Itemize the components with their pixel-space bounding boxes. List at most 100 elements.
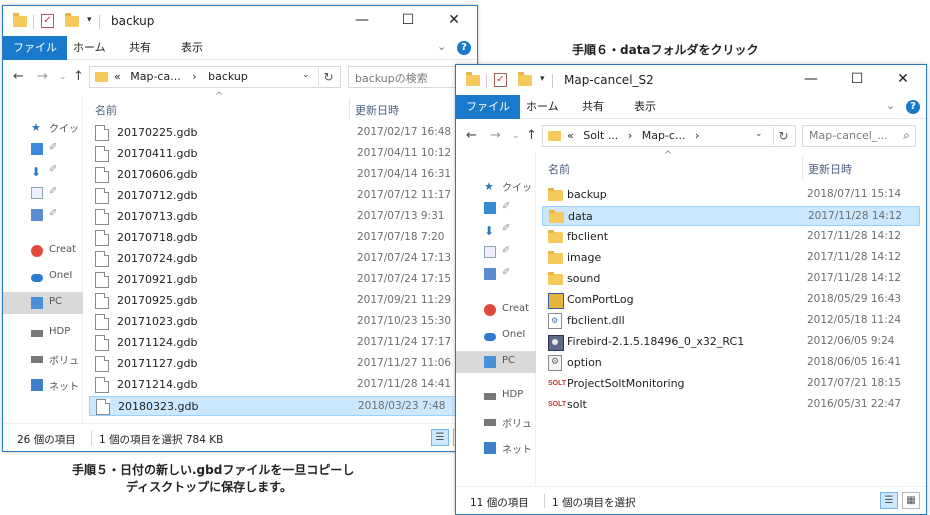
tab-share[interactable]: 共有	[582, 95, 604, 119]
maximize-button[interactable]: ☐	[385, 6, 431, 36]
address-dropdown-chevron-icon[interactable]: ⌄	[755, 129, 763, 139]
file-row[interactable]: 20171127.gdb 2017/11/27 11:06	[89, 354, 469, 374]
nav-documents[interactable]: ✐	[456, 241, 536, 263]
address-bar[interactable]: « Solt ... › Map-c... › ⌄ ↻	[542, 125, 796, 147]
tab-home[interactable]: ホーム	[526, 95, 559, 119]
file-row[interactable]: backup 2018/07/11 15:14	[542, 185, 920, 205]
file-row[interactable]: 20170921.gdb 2017/07/24 17:15	[89, 270, 469, 290]
refresh-icon[interactable]: ↻	[773, 127, 793, 145]
column-name[interactable]: 名前	[95, 102, 117, 118]
search-box[interactable]: backupの検索	[348, 66, 472, 88]
file-row[interactable]: fbclient.dll 2012/05/18 11:24	[542, 311, 920, 331]
help-icon[interactable]: ?	[457, 41, 471, 55]
nav-hdp[interactable]: HDP	[3, 322, 83, 344]
forward-arrow-icon[interactable]: →	[490, 128, 501, 143]
up-arrow-icon[interactable]: ↑	[73, 69, 84, 84]
nav-desktop[interactable]: ✐	[456, 197, 536, 219]
address-bar[interactable]: « Map-ca... › backup ⌄ ↻	[89, 66, 341, 88]
customize-toolbar-chevron-icon[interactable]: ▾	[540, 74, 545, 84]
refresh-icon[interactable]: ↻	[318, 68, 338, 86]
new-folder-icon[interactable]	[65, 13, 79, 27]
column-divider[interactable]	[802, 157, 803, 179]
file-row[interactable]: 20180323.gdb 2018/03/23 7:48	[89, 396, 469, 416]
file-row[interactable]: 20170718.gdb 2017/07/18 7:20	[89, 228, 469, 248]
file-row[interactable]: data 2017/11/28 14:12	[542, 206, 920, 226]
recent-chevron-icon[interactable]: ⌄	[59, 72, 67, 82]
tab-file[interactable]: ファイル	[3, 36, 67, 60]
details-view-icon[interactable]: ☰	[880, 492, 898, 509]
maximize-button[interactable]: ☐	[834, 65, 880, 95]
file-row[interactable]: 20170724.gdb 2017/07/24 17:13	[89, 249, 469, 269]
nav-onedrive[interactable]: OneI	[3, 266, 83, 288]
file-row[interactable]: 20170411.gdb 2017/04/11 10:12	[89, 144, 469, 164]
file-row[interactable]: fbclient 2017/11/28 14:12	[542, 227, 920, 247]
properties-check-icon[interactable]: ✓	[41, 14, 54, 28]
nav-quick-access[interactable]: ★ クイッ	[456, 175, 536, 197]
large-icons-view-icon[interactable]: ▦	[902, 492, 920, 509]
tab-view[interactable]: 表示	[181, 36, 203, 60]
ribbon-expand-chevron-icon[interactable]: ⌄	[886, 99, 895, 112]
file-row[interactable]: image 2017/11/28 14:12	[542, 248, 920, 268]
nav-volume[interactable]: ボリュ	[456, 411, 536, 433]
back-arrow-icon[interactable]: ←	[466, 128, 477, 143]
address-path[interactable]: « Solt ... › Map-c... ›	[567, 129, 699, 142]
file-row[interactable]: option 2018/06/05 16:41	[542, 353, 920, 373]
column-date[interactable]: 更新日時	[355, 102, 399, 118]
file-row[interactable]: 20170925.gdb 2017/09/21 11:29	[89, 291, 469, 311]
file-row[interactable]: 20171023.gdb 2017/10/23 15:30	[89, 312, 469, 332]
search-box[interactable]: Map-cancel_... ⌕	[802, 125, 916, 147]
tab-share[interactable]: 共有	[129, 36, 151, 60]
column-divider[interactable]	[349, 98, 350, 120]
close-button[interactable]: ✕	[880, 65, 926, 95]
back-arrow-icon[interactable]: ←	[13, 69, 24, 84]
properties-check-icon[interactable]: ✓	[494, 73, 507, 87]
file-row[interactable]: ComPortLog 2018/05/29 16:43	[542, 290, 920, 310]
nav-creative-cloud[interactable]: Creat	[456, 299, 536, 321]
ribbon-expand-chevron-icon[interactable]: ⌄	[437, 40, 446, 53]
column-name[interactable]: 名前	[548, 161, 570, 177]
nav-this-pc[interactable]: PC	[3, 292, 83, 314]
nav-network[interactable]: ネット	[456, 437, 536, 459]
nav-documents[interactable]: ✐	[3, 182, 83, 204]
nav-downloads[interactable]: ⬇ ✐	[3, 160, 83, 182]
nav-volume[interactable]: ボリュ	[3, 348, 83, 370]
nav-creative-cloud[interactable]: Creat	[3, 240, 83, 262]
nav-hdp[interactable]: HDP	[456, 385, 536, 407]
file-row[interactable]: 20171214.gdb 2017/11/28 14:41	[89, 375, 469, 395]
details-view-icon[interactable]: ☰	[431, 429, 449, 446]
minimize-button[interactable]: —	[788, 65, 834, 95]
nav-desktop[interactable]: ✐	[3, 138, 83, 160]
help-icon[interactable]: ?	[906, 100, 920, 114]
tab-file[interactable]: ファイル	[456, 95, 520, 119]
file-row[interactable]: Firebird-2.1.5.18496_0_x32_RC1 2012/06/05…	[542, 332, 920, 352]
tab-view[interactable]: 表示	[634, 95, 656, 119]
address-path[interactable]: « Map-ca... › backup	[114, 70, 248, 83]
forward-arrow-icon[interactable]: →	[37, 69, 48, 84]
nav-quick-access[interactable]: ★ クイッ	[3, 116, 83, 138]
file-row[interactable]: SOLT solt 2016/05/31 22:47	[542, 395, 920, 415]
search-placeholder: Map-cancel_...	[809, 129, 888, 142]
nav-pictures[interactable]: ✐	[3, 204, 83, 226]
close-button[interactable]: ✕	[431, 6, 477, 36]
file-row[interactable]: 20170225.gdb 2017/02/17 16:48	[89, 123, 469, 143]
nav-pictures[interactable]: ✐	[456, 263, 536, 285]
file-row[interactable]: sound 2017/11/28 14:12	[542, 269, 920, 289]
file-row[interactable]: SOLT ProjectSoltMonitoring 2017/07/21 18:1…	[542, 374, 920, 394]
nav-this-pc[interactable]: PC	[456, 351, 536, 373]
minimize-button[interactable]: —	[339, 6, 385, 36]
new-folder-icon[interactable]	[518, 72, 532, 86]
nav-downloads[interactable]: ⬇ ✐	[456, 219, 536, 241]
file-row[interactable]: 20170712.gdb 2017/07/12 11:17	[89, 186, 469, 206]
recent-chevron-icon[interactable]: ⌄	[512, 131, 520, 141]
nav-network[interactable]: ネット	[3, 374, 83, 396]
up-arrow-icon[interactable]: ↑	[526, 128, 537, 143]
file-row[interactable]: 20170713.gdb 2017/07/13 9:31	[89, 207, 469, 227]
column-date[interactable]: 更新日時	[808, 161, 852, 177]
customize-toolbar-chevron-icon[interactable]: ▾	[87, 15, 92, 25]
file-row[interactable]: 20170606.gdb 2017/04/14 16:31	[89, 165, 469, 185]
search-icon[interactable]: ⌕	[903, 128, 910, 143]
address-dropdown-chevron-icon[interactable]: ⌄	[302, 70, 310, 80]
nav-onedrive[interactable]: OneI	[456, 325, 536, 347]
tab-home[interactable]: ホーム	[73, 36, 106, 60]
file-row[interactable]: 20171124.gdb 2017/11/24 17:17	[89, 333, 469, 353]
